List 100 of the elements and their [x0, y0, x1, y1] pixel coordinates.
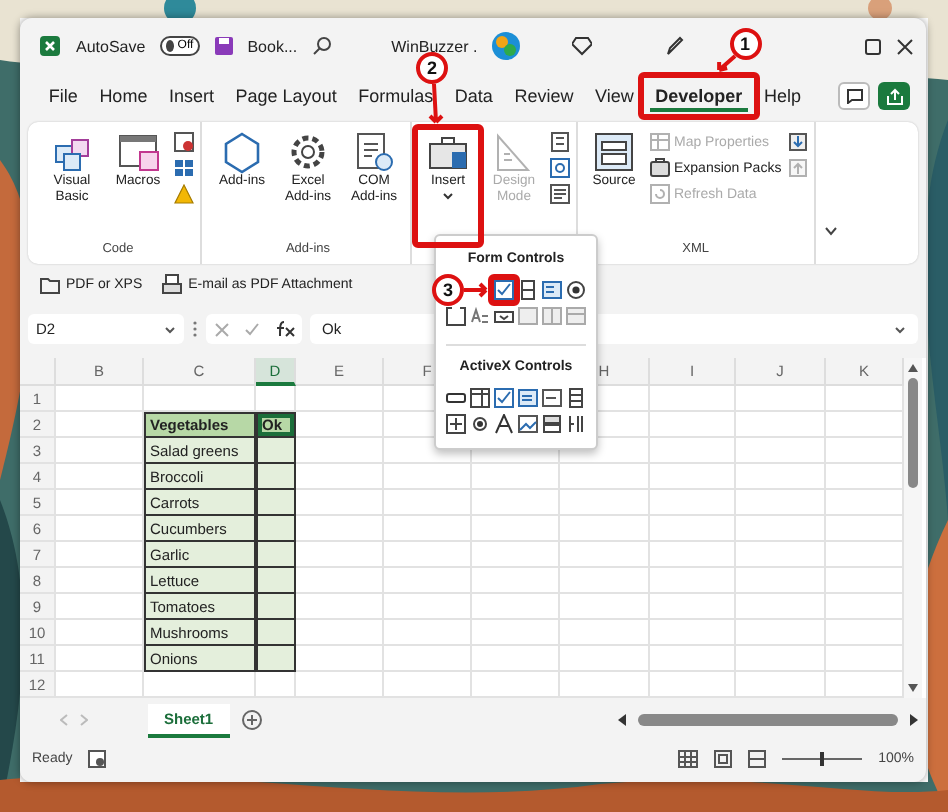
image-control-icon[interactable] [518, 414, 538, 434]
ribbon-tab[interactable]: View [584, 78, 645, 114]
label-icon[interactable] [494, 414, 514, 434]
grid-cell[interactable] [560, 620, 650, 646]
grid-cell[interactable] [384, 542, 472, 568]
grid-cell[interactable] [472, 542, 560, 568]
grid-cell[interactable] [736, 386, 826, 412]
table-icon[interactable] [174, 158, 194, 178]
more-controls-icon[interactable] [566, 414, 586, 434]
cancel-icon[interactable] [213, 321, 229, 337]
ribbon-tab[interactable]: Help [753, 78, 812, 114]
grid-cell[interactable] [736, 464, 826, 490]
list-box-icon[interactable] [518, 388, 538, 408]
grid-cell[interactable] [472, 568, 560, 594]
option-button-icon[interactable] [470, 414, 490, 434]
grid-cell[interactable] [560, 516, 650, 542]
scroll-down-icon[interactable] [908, 684, 918, 692]
grid-cell[interactable] [384, 594, 472, 620]
grid-cell[interactable] [650, 464, 736, 490]
grid-cell[interactable] [384, 464, 472, 490]
table-cell[interactable] [256, 542, 296, 568]
grid-cell[interactable] [736, 542, 826, 568]
text-field-icon[interactable] [518, 306, 538, 326]
dialog-icon[interactable] [550, 184, 570, 204]
table-cell[interactable] [256, 646, 296, 672]
group-box-icon[interactable] [446, 306, 466, 326]
grid-cell[interactable] [560, 542, 650, 568]
grid-cell[interactable] [472, 646, 560, 672]
page-break-view-icon[interactable] [748, 749, 767, 767]
table-cell[interactable] [256, 620, 296, 646]
combo-box-icon[interactable] [470, 388, 490, 408]
table-cell[interactable] [256, 594, 296, 620]
label-control-icon[interactable] [470, 306, 490, 326]
grid-cell[interactable] [560, 568, 650, 594]
grid-cell[interactable] [736, 412, 826, 438]
grid-cell[interactable] [736, 438, 826, 464]
spin-button-icon[interactable] [446, 414, 466, 434]
expand-icon[interactable] [894, 325, 906, 333]
grid-cell[interactable] [384, 568, 472, 594]
page-layout-view-icon[interactable] [714, 749, 733, 767]
check-icon[interactable] [243, 321, 259, 337]
checkbox-icon[interactable] [494, 388, 514, 408]
maximize-icon[interactable] [864, 37, 882, 55]
spin-button-icon[interactable] [518, 280, 538, 300]
search-icon[interactable] [311, 36, 332, 56]
collapse-ribbon-icon[interactable] [823, 226, 838, 236]
ribbon-tab[interactable]: Formulas [347, 78, 445, 114]
list-box-icon[interactable] [542, 280, 562, 300]
scroll-up-icon[interactable] [908, 364, 918, 372]
option-button-icon[interactable] [566, 280, 586, 300]
grid-cell[interactable] [296, 490, 384, 516]
grid-cell[interactable] [650, 386, 736, 412]
pen-icon[interactable] [663, 36, 684, 56]
record-macro-icon[interactable] [88, 749, 107, 767]
ribbon-tab[interactable]: Insert [158, 78, 225, 114]
properties-icon[interactable] [550, 132, 570, 152]
grid-cell[interactable] [560, 490, 650, 516]
checkbox-icon[interactable] [494, 280, 514, 300]
share-button[interactable] [878, 82, 910, 110]
add-sheet-icon[interactable] [241, 710, 262, 730]
text-box-icon[interactable] [542, 388, 562, 408]
grid-cell[interactable] [296, 386, 384, 412]
grid-cell[interactable] [650, 490, 736, 516]
view-code-icon[interactable] [550, 158, 570, 178]
grid-cell[interactable] [384, 646, 472, 672]
table-cell[interactable] [256, 490, 296, 516]
grid-cell[interactable] [650, 646, 736, 672]
command-button-icon[interactable] [446, 388, 466, 408]
grid-cell[interactable] [296, 594, 384, 620]
grid-cell[interactable] [472, 464, 560, 490]
grid-cell[interactable] [650, 516, 736, 542]
grid-cell[interactable] [472, 620, 560, 646]
ribbon-tab[interactable]: Developer [644, 78, 754, 114]
grid-cell[interactable] [650, 594, 736, 620]
table-cell[interactable] [256, 568, 296, 594]
select-all-corner[interactable] [20, 358, 56, 386]
grid-cell[interactable] [296, 438, 384, 464]
import-icon[interactable] [787, 132, 808, 152]
warning-icon[interactable] [174, 184, 194, 204]
table-cell[interactable] [256, 516, 296, 542]
grid-cell[interactable] [296, 542, 384, 568]
grid-cell[interactable] [736, 646, 826, 672]
grid-cell[interactable] [560, 646, 650, 672]
comments-button[interactable] [838, 82, 870, 110]
grid-cell[interactable] [384, 490, 472, 516]
ribbon-tab[interactable]: Data [444, 78, 504, 114]
grid-cell[interactable] [296, 620, 384, 646]
ribbon-tab[interactable]: Home [88, 78, 159, 114]
grid-cell[interactable] [560, 464, 650, 490]
close-icon[interactable] [896, 37, 914, 55]
ribbon-tab[interactable]: Review [503, 78, 585, 114]
previous-sheet-icon[interactable] [60, 714, 68, 726]
grid-cell[interactable] [736, 594, 826, 620]
scroll-bar-icon[interactable] [494, 306, 514, 326]
table-cell[interactable] [256, 438, 296, 464]
grid-cell[interactable] [650, 412, 736, 438]
grid-cell[interactable] [650, 568, 736, 594]
grid-cell[interactable] [296, 568, 384, 594]
grid-cell[interactable] [650, 620, 736, 646]
grid-cell[interactable] [736, 490, 826, 516]
